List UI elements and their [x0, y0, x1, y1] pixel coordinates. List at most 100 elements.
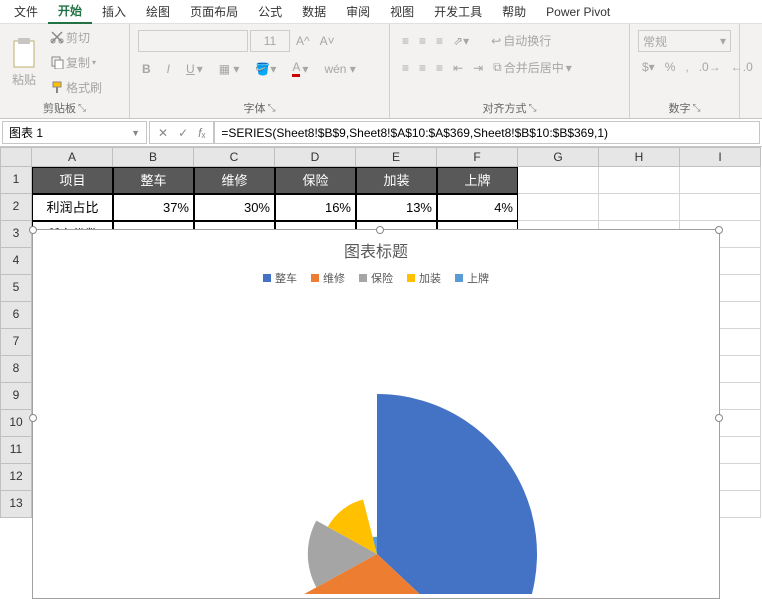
- menu-data[interactable]: 数据: [292, 0, 336, 23]
- cell-A1[interactable]: 项目: [32, 167, 113, 194]
- confirm-formula-button[interactable]: ✓: [178, 126, 188, 140]
- italic-button[interactable]: I: [163, 60, 174, 78]
- col-header-C[interactable]: C: [194, 147, 275, 167]
- phonetic-button[interactable]: wén ▾: [320, 60, 359, 78]
- font-size-select[interactable]: 11: [250, 30, 290, 52]
- cell-F1[interactable]: 上牌: [437, 167, 518, 194]
- align-center-button[interactable]: ≡: [415, 59, 430, 77]
- row-header-13[interactable]: 13: [0, 491, 32, 518]
- font-launcher[interactable]: ⤡: [268, 103, 276, 114]
- legend-item[interactable]: 维修: [311, 270, 345, 286]
- resize-handle[interactable]: [715, 226, 723, 234]
- cell-A2[interactable]: 利润占比: [32, 194, 113, 221]
- menu-review[interactable]: 审阅: [336, 0, 380, 23]
- decrease-decimal-button[interactable]: ←.0: [727, 58, 757, 76]
- border-button[interactable]: ▦ ▾: [215, 60, 244, 78]
- align-bottom-button[interactable]: ≡: [432, 32, 447, 50]
- fill-color-button[interactable]: 🪣▾: [251, 60, 280, 78]
- row-header-2[interactable]: 2: [0, 194, 32, 221]
- font-name-select[interactable]: [138, 30, 248, 52]
- menu-insert[interactable]: 插入: [92, 0, 136, 23]
- menu-formulas[interactable]: 公式: [248, 0, 292, 23]
- col-header-F[interactable]: F: [437, 147, 518, 167]
- merge-center-button[interactable]: ⧉ 合并后居中▾: [489, 57, 576, 78]
- col-header-H[interactable]: H: [599, 147, 680, 167]
- menu-file[interactable]: 文件: [4, 0, 48, 23]
- cell-I2[interactable]: [680, 194, 761, 221]
- orientation-button[interactable]: ⇗▾: [449, 32, 473, 50]
- currency-button[interactable]: $▾: [638, 58, 659, 76]
- format-painter-button[interactable]: 格式刷: [46, 77, 106, 98]
- legend-item[interactable]: 上牌: [455, 270, 489, 286]
- row-header-5[interactable]: 5: [0, 275, 32, 302]
- select-all-corner[interactable]: [0, 147, 32, 167]
- align-right-button[interactable]: ≡: [432, 59, 447, 77]
- clipboard-launcher[interactable]: ⤡: [78, 103, 86, 114]
- legend-item[interactable]: 保险: [359, 270, 393, 286]
- legend-item[interactable]: 加装: [407, 270, 441, 286]
- col-header-A[interactable]: A: [32, 147, 113, 167]
- resize-handle[interactable]: [715, 414, 723, 422]
- chart-plot-area[interactable]: [33, 294, 721, 594]
- underline-button[interactable]: U ▾: [182, 60, 207, 78]
- cell-B2[interactable]: 37%: [113, 194, 194, 221]
- align-top-button[interactable]: ≡: [398, 32, 413, 50]
- resize-handle[interactable]: [29, 414, 37, 422]
- menu-powerpivot[interactable]: Power Pivot: [536, 2, 620, 22]
- cut-button[interactable]: 剪切: [46, 27, 106, 48]
- align-left-button[interactable]: ≡: [398, 59, 413, 77]
- increase-font-button[interactable]: A^: [292, 32, 314, 50]
- menu-view[interactable]: 视图: [380, 0, 424, 23]
- decrease-font-button[interactable]: A˅: [316, 32, 339, 50]
- pie-slice-整车[interactable]: [377, 394, 537, 594]
- increase-decimal-button[interactable]: .0→: [695, 58, 725, 76]
- number-launcher[interactable]: ⤡: [693, 103, 701, 114]
- menu-dev[interactable]: 开发工具: [424, 0, 492, 23]
- cancel-formula-button[interactable]: ✕: [158, 126, 168, 140]
- bold-button[interactable]: B: [138, 60, 155, 78]
- col-header-E[interactable]: E: [356, 147, 437, 167]
- paste-button[interactable]: 粘贴: [6, 35, 42, 90]
- cell-C1[interactable]: 维修: [194, 167, 275, 194]
- wrap-text-button[interactable]: ↩ 自动换行: [487, 30, 555, 51]
- chart-object[interactable]: 图表标题 整车维修保险加装上牌: [32, 229, 720, 599]
- row-header-3[interactable]: 3: [0, 221, 32, 248]
- menu-layout[interactable]: 页面布局: [180, 0, 248, 23]
- row-header-7[interactable]: 7: [0, 329, 32, 356]
- row-header-9[interactable]: 9: [0, 383, 32, 410]
- row-header-11[interactable]: 11: [0, 437, 32, 464]
- legend-item[interactable]: 整车: [263, 270, 297, 286]
- indent-decrease-button[interactable]: ⇤: [449, 59, 467, 77]
- row-header-6[interactable]: 6: [0, 302, 32, 329]
- align-middle-button[interactable]: ≡: [415, 32, 430, 50]
- menu-home[interactable]: 开始: [48, 0, 92, 24]
- indent-increase-button[interactable]: ⇥: [469, 59, 487, 77]
- percent-button[interactable]: %: [661, 58, 680, 76]
- number-format-select[interactable]: 常规▾: [638, 30, 731, 52]
- align-launcher[interactable]: ⤡: [529, 103, 537, 114]
- row-header-8[interactable]: 8: [0, 356, 32, 383]
- resize-handle[interactable]: [29, 226, 37, 234]
- row-header-1[interactable]: 1: [0, 167, 32, 194]
- cell-G2[interactable]: [518, 194, 599, 221]
- row-header-10[interactable]: 10: [0, 410, 32, 437]
- cell-F2[interactable]: 4%: [437, 194, 518, 221]
- font-color-button[interactable]: A▾: [288, 58, 312, 79]
- cell-H2[interactable]: [599, 194, 680, 221]
- comma-button[interactable]: ,: [681, 58, 692, 76]
- col-header-D[interactable]: D: [275, 147, 356, 167]
- cell-E1[interactable]: 加装: [356, 167, 437, 194]
- cell-H1[interactable]: [599, 167, 680, 194]
- fx-button[interactable]: fₓ: [198, 126, 205, 140]
- menu-draw[interactable]: 绘图: [136, 0, 180, 23]
- col-header-B[interactable]: B: [113, 147, 194, 167]
- cell-D2[interactable]: 16%: [275, 194, 356, 221]
- copy-button[interactable]: 复制▾: [46, 52, 106, 73]
- chart-legend[interactable]: 整车维修保险加装上牌: [33, 266, 719, 294]
- cell-I1[interactable]: [680, 167, 761, 194]
- col-header-I[interactable]: I: [680, 147, 761, 167]
- col-header-G[interactable]: G: [518, 147, 599, 167]
- cell-G1[interactable]: [518, 167, 599, 194]
- row-header-4[interactable]: 4: [0, 248, 32, 275]
- cell-E2[interactable]: 13%: [356, 194, 437, 221]
